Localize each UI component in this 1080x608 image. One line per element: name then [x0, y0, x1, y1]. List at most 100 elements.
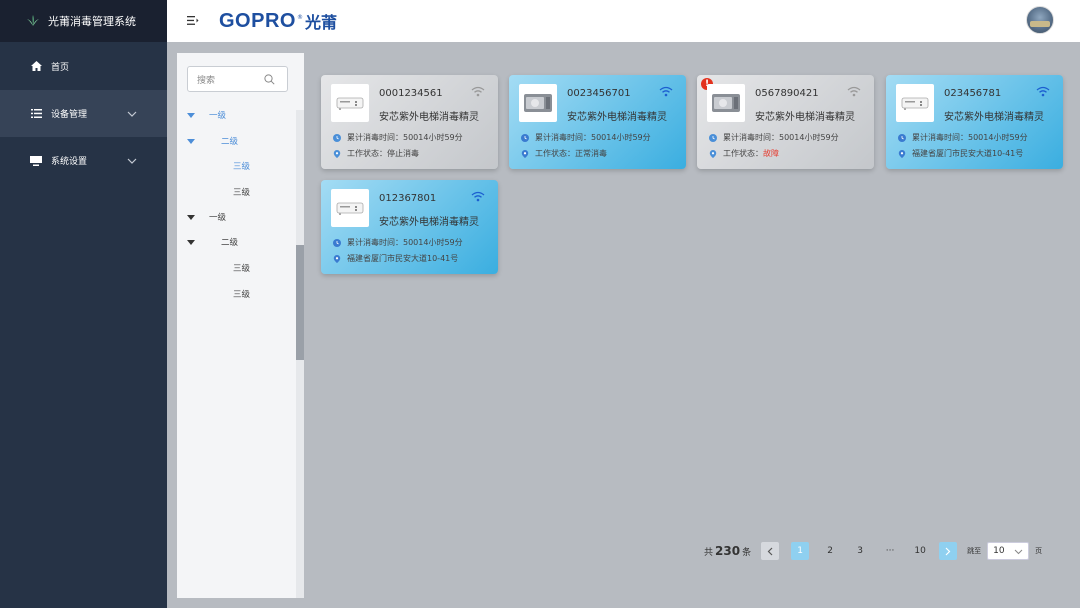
- device-name: 安芯紫外电梯消毒精灵: [944, 112, 1044, 123]
- clock-icon: [898, 133, 906, 142]
- tree-node-label: 二级: [221, 238, 239, 248]
- work-status: 工作状态： 停止消毒: [333, 148, 419, 159]
- info-label: 工作状态：: [535, 149, 575, 158]
- device-card[interactable]: 0001234561 安芯紫外电梯消毒精灵 累计消毒时间：50014小时59分 …: [321, 75, 498, 169]
- device-id: 0001234561: [379, 88, 443, 99]
- device-name: 安芯紫外电梯消毒精灵: [379, 217, 479, 228]
- device-wall-unit-icon: [336, 202, 364, 215]
- disinfect-time: 累计消毒时间：50014小时59分: [333, 237, 463, 248]
- device-wall-unit-icon: [336, 97, 364, 110]
- tree-node-label: 一级: [209, 111, 227, 121]
- menu-toggle-icon[interactable]: [187, 15, 199, 26]
- caret-down-icon[interactable]: [187, 138, 195, 144]
- device-thumbnail: [331, 84, 369, 122]
- clock-icon: [333, 133, 341, 142]
- info-text: 累计消毒时间：50014小时59分: [347, 133, 463, 142]
- location-pin-icon: [521, 149, 529, 158]
- wifi-icon: [471, 86, 485, 97]
- status-fault: 故障: [763, 149, 779, 158]
- info-text: 累计消毒时间：50014小时59分: [535, 133, 651, 142]
- page-size-value: 10: [993, 546, 1005, 556]
- next-page-button[interactable]: [939, 542, 958, 560]
- device-thumbnail: [896, 84, 934, 122]
- wifi-icon: [659, 86, 673, 97]
- brand-name-en: GOPRO: [219, 9, 296, 32]
- app-logo: 光莆消毒管理系统: [0, 0, 167, 42]
- page-button-2[interactable]: 2: [821, 542, 839, 560]
- info-text: 累计消毒时间：50014小时59分: [723, 133, 839, 142]
- device-card[interactable]: ! 0567890421 安芯紫外电梯消毒精灵 累计消毒时间：50014小时59…: [697, 75, 874, 169]
- sidebar-item-label: 首页: [51, 62, 70, 73]
- monitor-icon: [30, 155, 42, 167]
- disinfect-time: 累计消毒时间：50014小时59分: [521, 132, 651, 143]
- sidebar-item-device-management[interactable]: 设备管理: [0, 90, 167, 137]
- tree-node-level2[interactable]: 二级: [187, 134, 238, 148]
- sidebar-item-system-settings[interactable]: 系统设置: [0, 137, 167, 184]
- tree-node-level3[interactable]: 三级: [233, 185, 250, 199]
- page-size-select[interactable]: 10: [987, 542, 1030, 560]
- location-pin-icon: [898, 149, 906, 158]
- wifi-icon: [847, 86, 861, 97]
- tree-node-label: 二级: [221, 137, 239, 147]
- device-name: 安芯紫外电梯消毒精灵: [379, 112, 479, 123]
- info-label: 工作状态：: [347, 149, 387, 158]
- sidebar-item-home[interactable]: 首页: [0, 42, 167, 90]
- device-card[interactable]: 012367801 安芯紫外电梯消毒精灵 累计消毒时间：50014小时59分 福…: [321, 180, 498, 274]
- info-value: 福建省厦门市民安大道10-41号: [912, 149, 1024, 158]
- home-icon: [30, 60, 42, 72]
- prev-page-button[interactable]: [761, 542, 780, 560]
- info-text: 累计消毒时间：50014小时59分: [347, 238, 463, 247]
- goto-label: 跳至: [967, 547, 982, 555]
- chevron-down-icon: [127, 111, 137, 117]
- clock-icon: [521, 133, 529, 142]
- registered-mark: ®: [296, 13, 303, 21]
- tree-node-label: 三级: [233, 264, 251, 274]
- device-address: 福建省厦门市民安大道10-41号: [333, 253, 458, 264]
- search-input[interactable]: 搜索: [187, 66, 288, 92]
- brand-name-cn: 光莆: [304, 13, 337, 32]
- page-button-10[interactable]: 10: [911, 542, 929, 560]
- tree-node-level3[interactable]: 三级: [233, 287, 250, 301]
- tree-scrollbar[interactable]: [296, 110, 304, 598]
- scrollbar-thumb[interactable]: [296, 245, 304, 360]
- tree-node-level3[interactable]: 三级: [233, 159, 250, 173]
- page-button-3[interactable]: 3: [851, 542, 869, 560]
- device-id: 0567890421: [755, 88, 819, 99]
- device-thumbnail: [331, 189, 369, 227]
- location-pin-icon: [333, 254, 341, 263]
- brand-logo: GOPRO ® 光莆: [219, 8, 337, 34]
- device-box-unit-icon: [712, 94, 740, 112]
- page-ellipsis[interactable]: ···: [881, 542, 899, 560]
- info-value: 正常消毒: [575, 149, 607, 158]
- device-box-unit-icon: [524, 94, 552, 112]
- leaf-logo-icon: [27, 15, 39, 26]
- list-icon: [30, 108, 42, 120]
- tree-node-level1[interactable]: 一级: [187, 108, 226, 122]
- caret-down-icon[interactable]: [187, 112, 195, 118]
- search-placeholder: 搜索: [197, 75, 216, 86]
- tree-node-level3[interactable]: 三级: [233, 261, 250, 275]
- clock-icon: [333, 238, 341, 247]
- device-name: 安芯紫外电梯消毒精灵: [755, 112, 855, 123]
- chevron-left-icon: [767, 547, 773, 555]
- caret-down-icon[interactable]: [187, 214, 195, 220]
- avatar[interactable]: [1026, 6, 1054, 34]
- page-button-1[interactable]: 1: [791, 542, 810, 560]
- caret-down-icon[interactable]: [187, 239, 195, 245]
- device-id: 012367801: [379, 193, 437, 204]
- device-card[interactable]: 0023456701 安芯紫外电梯消毒精灵 累计消毒时间：50014小时59分 …: [509, 75, 686, 169]
- disinfect-time: 累计消毒时间：50014小时59分: [333, 132, 463, 143]
- total-count: 共 230 条: [704, 544, 751, 558]
- tree-node-level1[interactable]: 一级: [187, 210, 226, 224]
- top-header: GOPRO ® 光莆: [167, 0, 1080, 42]
- app-title: 光莆消毒管理系统: [48, 15, 136, 28]
- search-icon[interactable]: [264, 74, 275, 85]
- tree-node-level2[interactable]: 二级: [187, 235, 238, 249]
- clock-icon: [709, 133, 717, 142]
- device-address: 福建省厦门市民安大道10-41号: [898, 148, 1023, 159]
- sidebar-item-label: 设备管理: [51, 110, 88, 120]
- info-text: 累计消毒时间：50014小时59分: [912, 133, 1028, 142]
- wifi-icon: [1036, 86, 1050, 97]
- wifi-icon: [471, 191, 485, 202]
- device-card[interactable]: 023456781 安芯紫外电梯消毒精灵 累计消毒时间：50014小时59分 福…: [886, 75, 1063, 169]
